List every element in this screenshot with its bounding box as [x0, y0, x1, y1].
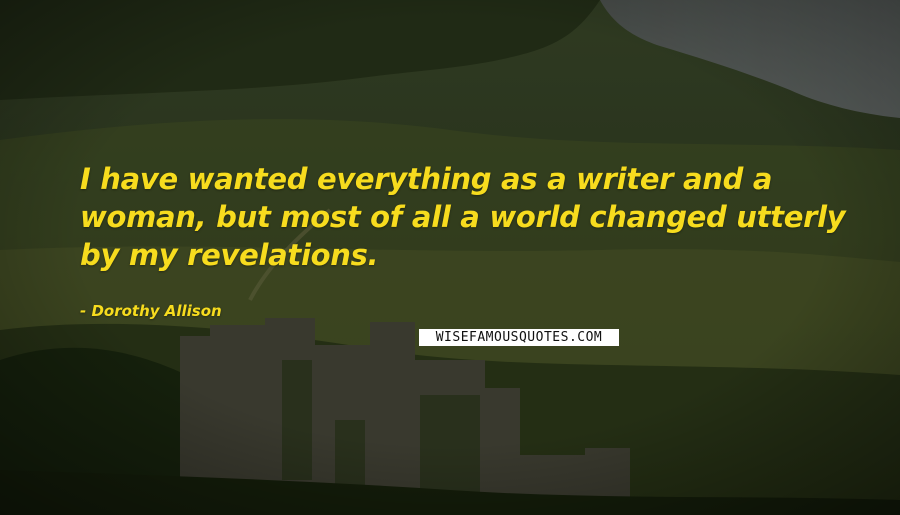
quote-image: I have wanted everything as a writer and… — [0, 0, 900, 515]
watermark-badge: WISEFAMOUSQUOTES.COM — [419, 329, 619, 346]
quote-author: - Dorothy Allison — [80, 302, 222, 320]
quote-text: I have wanted everything as a writer and… — [80, 162, 846, 272]
